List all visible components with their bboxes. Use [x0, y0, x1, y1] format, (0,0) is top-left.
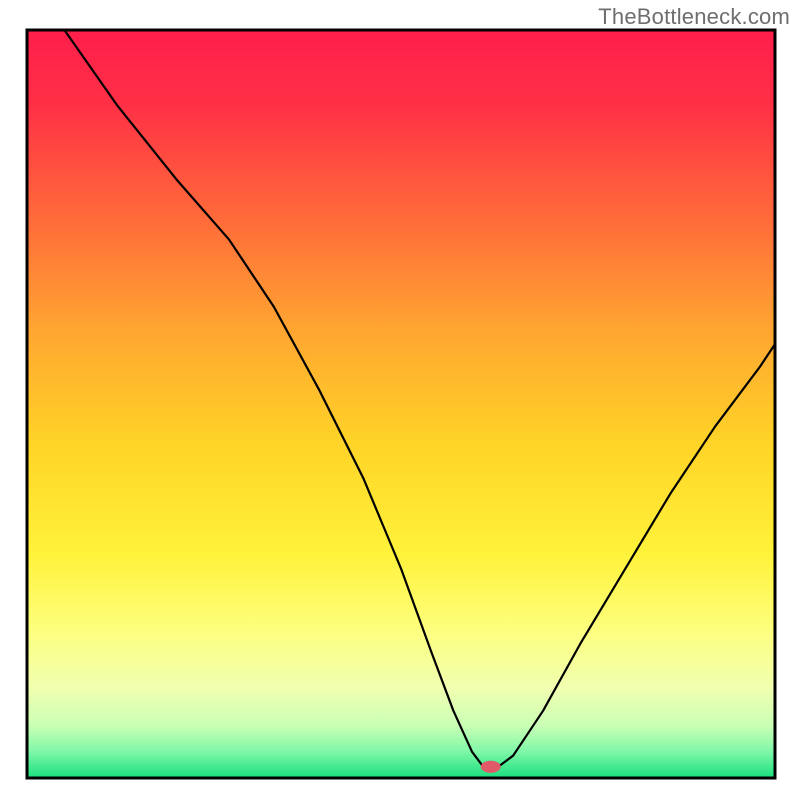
bottleneck-chart: [0, 0, 800, 800]
background-gradient: [27, 30, 775, 778]
chart-stage: TheBottleneck.com: [0, 0, 800, 800]
optimal-marker: [481, 761, 501, 773]
